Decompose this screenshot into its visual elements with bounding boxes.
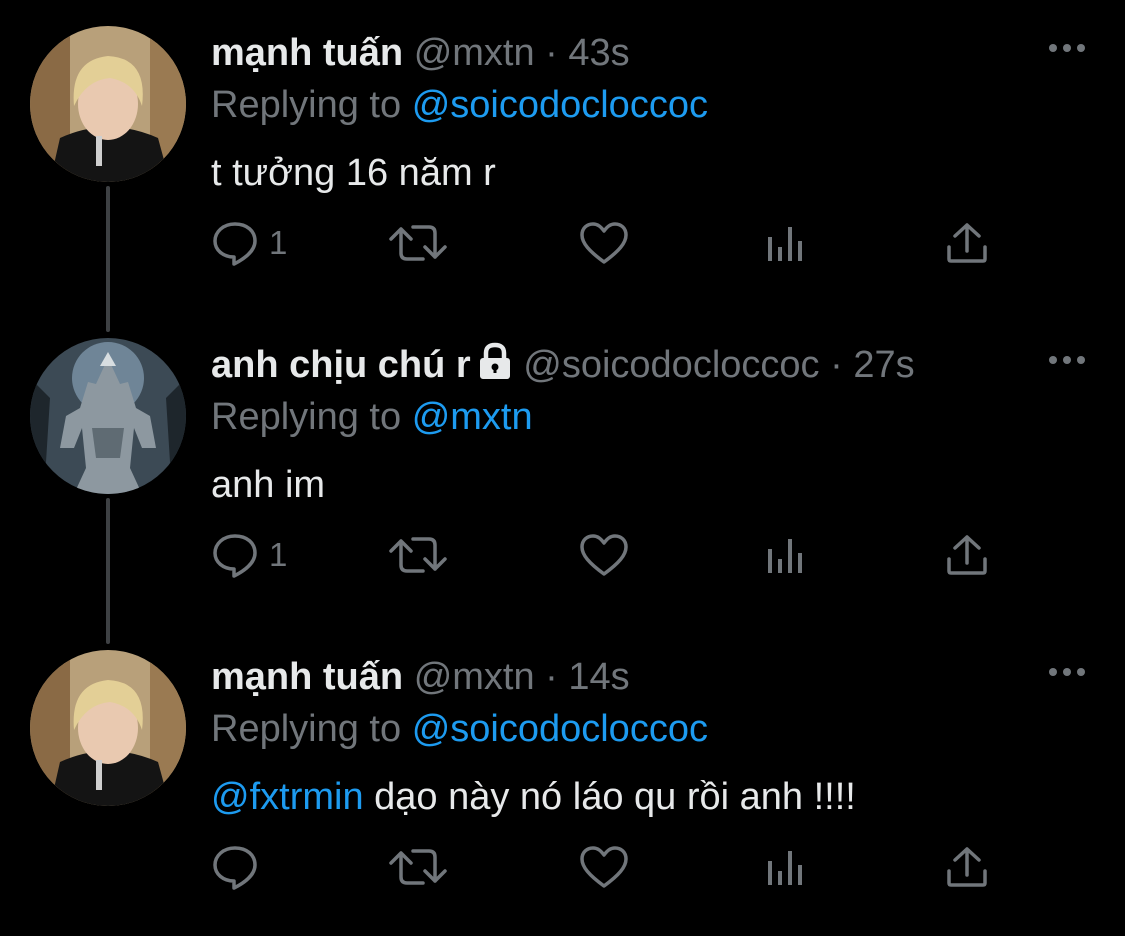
retweet-button[interactable]: [389, 218, 447, 268]
share-button[interactable]: [945, 218, 989, 268]
avatar[interactable]: [30, 650, 186, 806]
like-button[interactable]: [579, 530, 629, 580]
more-icon[interactable]: [1049, 352, 1085, 370]
separator-dot: ·: [830, 344, 843, 386]
tweet-header: mạnh tuấn @mxtn · 43s: [211, 30, 630, 76]
tweet-text: @fxtrmin dạo này nó láo qu rồi anh !!!!: [211, 774, 856, 820]
tweet[interactable]: mạnh tuấn @mxtn · 14s Replying to @soico…: [0, 624, 1125, 936]
reply-icon: [213, 534, 257, 578]
analytics-icon: [768, 539, 802, 573]
timestamp[interactable]: 27s: [853, 344, 914, 386]
like-button[interactable]: [579, 842, 629, 892]
retweet-icon: [389, 849, 447, 885]
share-icon: [947, 535, 987, 575]
retweet-icon: [389, 537, 447, 573]
replying-to: Replying to @mxtn: [211, 394, 533, 440]
views-button[interactable]: [766, 842, 806, 892]
replying-to-handle[interactable]: @mxtn: [412, 396, 533, 438]
user-handle[interactable]: @mxtn: [414, 32, 535, 74]
analytics-icon: [768, 227, 802, 261]
separator-dot: ·: [545, 32, 558, 74]
retweet-icon: [389, 225, 447, 261]
replying-to-handle[interactable]: @soicodocloccoc: [412, 708, 708, 750]
share-icon: [947, 847, 987, 887]
retweet-button[interactable]: [389, 530, 447, 580]
analytics-icon: [768, 851, 802, 885]
replying-to: Replying to @soicodocloccoc: [211, 706, 708, 752]
tweet-body: t tưởng 16 năm r: [211, 152, 496, 194]
avatar[interactable]: [30, 26, 186, 182]
display-name[interactable]: anh chịu chú r: [211, 344, 471, 386]
separator-dot: ·: [545, 656, 558, 698]
mention-link[interactable]: @fxtrmin: [211, 776, 364, 818]
replying-to-label: Replying to: [211, 708, 402, 750]
tweet-text: t tưởng 16 năm r: [211, 150, 496, 196]
reply-button[interactable]: 1: [211, 218, 287, 268]
reply-icon: [213, 222, 257, 266]
werewolf-avatar-icon: [30, 338, 186, 494]
user-handle[interactable]: @mxtn: [414, 656, 535, 698]
replying-to-handle[interactable]: @soicodocloccoc: [412, 84, 708, 126]
blond-person-avatar-icon: [30, 650, 186, 806]
replying-to-label: Replying to: [211, 396, 402, 438]
tweet-body: dạo này nó láo qu rồi anh !!!!: [363, 776, 856, 818]
share-icon: [947, 223, 987, 263]
more-icon[interactable]: [1049, 40, 1085, 58]
reply-button[interactable]: [211, 842, 269, 892]
lock-icon: [477, 342, 513, 391]
share-button[interactable]: [945, 530, 989, 580]
views-button[interactable]: [766, 530, 806, 580]
more-icon[interactable]: [1049, 664, 1085, 682]
heart-icon: [580, 846, 628, 888]
heart-icon: [580, 534, 628, 576]
replying-to: Replying to @soicodocloccoc: [211, 82, 708, 128]
retweet-button[interactable]: [389, 842, 447, 892]
blond-person-avatar-icon: [30, 26, 186, 182]
replying-to-label: Replying to: [211, 84, 402, 126]
timestamp[interactable]: 43s: [568, 32, 629, 74]
reply-count: 1: [269, 536, 288, 573]
heart-icon: [580, 222, 628, 264]
display-name[interactable]: mạnh tuấn: [211, 656, 403, 698]
tweet-body: anh im: [211, 464, 326, 506]
reply-button[interactable]: 1: [211, 530, 287, 580]
tweet-header: anh chịu chú r @soicodocloccoc · 27s: [211, 342, 915, 391]
tweet-text: anh im: [211, 462, 325, 508]
tweet[interactable]: anh chịu chú r @soicodocloccoc · 27s Rep…: [0, 312, 1125, 624]
timestamp[interactable]: 14s: [568, 656, 629, 698]
reply-count: 1: [269, 224, 288, 261]
user-handle[interactable]: @soicodocloccoc: [523, 344, 819, 386]
avatar[interactable]: [30, 338, 186, 494]
reply-icon: [213, 846, 257, 890]
views-button[interactable]: [766, 218, 806, 268]
tweet-header: mạnh tuấn @mxtn · 14s: [211, 654, 630, 700]
like-button[interactable]: [579, 218, 629, 268]
display-name[interactable]: mạnh tuấn: [211, 32, 403, 74]
tweet[interactable]: mạnh tuấn @mxtn · 43s Replying to @soico…: [0, 0, 1125, 312]
share-button[interactable]: [945, 842, 989, 892]
